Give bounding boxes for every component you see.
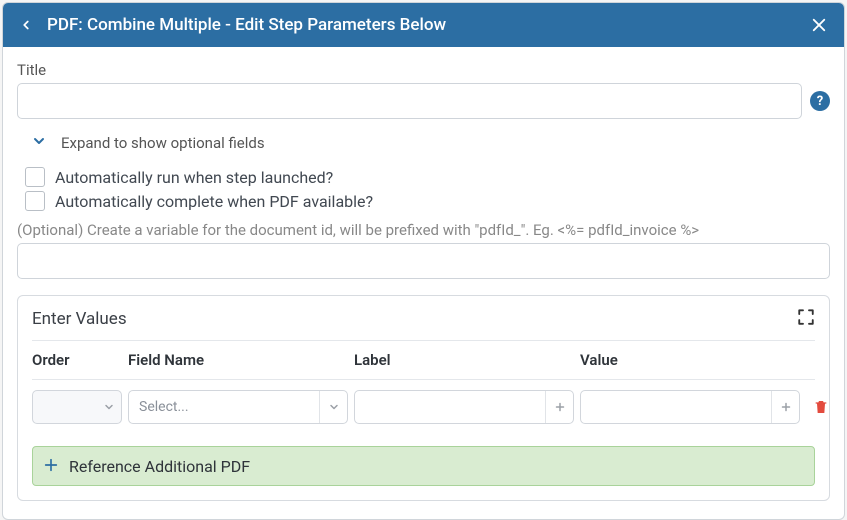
- value-input[interactable]: [580, 390, 800, 424]
- chevron-down-icon: [31, 133, 47, 153]
- plus-icon[interactable]: [545, 391, 573, 423]
- plus-icon[interactable]: [771, 391, 799, 423]
- values-panel-header: Enter Values: [18, 296, 829, 340]
- values-panel: Enter Values Order Field Name Label Valu…: [17, 295, 830, 501]
- field-name-placeholder: Select...: [129, 399, 319, 415]
- auto-run-row: Automatically run when step launched?: [25, 167, 830, 187]
- order-select[interactable]: [32, 390, 122, 424]
- auto-complete-label: Automatically complete when PDF availabl…: [55, 192, 373, 211]
- dialog-header: PDF: Combine Multiple - Edit Step Parame…: [3, 3, 844, 47]
- chevron-down-icon: [319, 391, 347, 423]
- delete-row-button[interactable]: [806, 398, 830, 416]
- expand-icon[interactable]: [797, 308, 815, 330]
- label-input[interactable]: [354, 390, 574, 424]
- table-header: Order Field Name Label Value: [32, 340, 815, 380]
- field-name-select[interactable]: Select...: [128, 390, 348, 424]
- reference-additional-pdf-label: Reference Additional PDF: [69, 457, 250, 476]
- title-label: Title: [17, 61, 830, 79]
- dialog-body: Title ? Expand to show optional fields A…: [3, 47, 844, 519]
- col-value: Value: [580, 351, 800, 369]
- variable-hint: (Optional) Create a variable for the doc…: [17, 221, 830, 239]
- auto-complete-checkbox[interactable]: [25, 191, 45, 211]
- help-icon[interactable]: ?: [810, 91, 830, 111]
- title-row: ?: [17, 83, 830, 119]
- expand-optional-toggle[interactable]: Expand to show optional fields: [31, 133, 830, 153]
- dialog-title: PDF: Combine Multiple - Edit Step Parame…: [47, 15, 796, 35]
- dialog: PDF: Combine Multiple - Edit Step Parame…: [2, 2, 845, 520]
- col-order: Order: [32, 351, 122, 369]
- auto-complete-row: Automatically complete when PDF availabl…: [25, 191, 830, 211]
- variable-input[interactable]: [17, 243, 830, 279]
- values-table: Order Field Name Label Value Select...: [18, 340, 829, 446]
- auto-run-checkbox[interactable]: [25, 167, 45, 187]
- table-row: Select...: [32, 380, 815, 434]
- values-panel-title: Enter Values: [32, 309, 127, 329]
- expand-optional-label: Expand to show optional fields: [61, 134, 265, 152]
- col-field-name: Field Name: [128, 351, 348, 369]
- title-input[interactable]: [17, 83, 802, 119]
- col-label: Label: [354, 351, 574, 369]
- plus-icon: [43, 456, 59, 476]
- chevron-down-icon: [103, 398, 115, 417]
- close-icon[interactable]: [810, 16, 828, 34]
- reference-additional-pdf-button[interactable]: Reference Additional PDF: [32, 446, 815, 486]
- back-icon[interactable]: [19, 18, 33, 32]
- auto-run-label: Automatically run when step launched?: [55, 168, 333, 187]
